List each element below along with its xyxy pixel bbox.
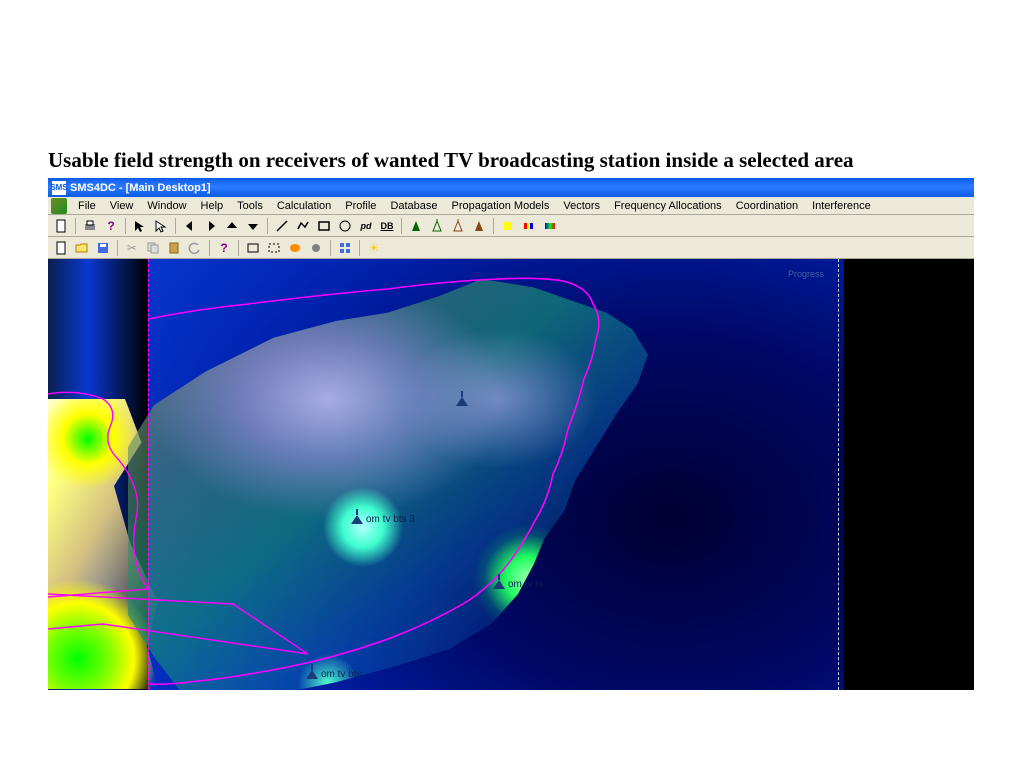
path-icon[interactable]: pd [356, 217, 376, 235]
palette3-icon[interactable] [540, 217, 560, 235]
antenna-icon [456, 397, 468, 406]
menu-calculation[interactable]: Calculation [270, 198, 338, 214]
pointer-black-icon[interactable] [130, 217, 150, 235]
sun-icon[interactable]: ☀ [364, 239, 384, 257]
oval-icon[interactable] [285, 239, 305, 257]
menu-coordination[interactable]: Coordination [729, 198, 805, 214]
antenna-icon [306, 670, 318, 679]
cut-icon[interactable]: ✂ [122, 239, 142, 257]
undo-icon[interactable] [185, 239, 205, 257]
menu-propagation-models[interactable]: Propagation Models [445, 198, 557, 214]
separator [359, 240, 360, 256]
menu-view[interactable]: View [103, 198, 141, 214]
menu-help[interactable]: Help [194, 198, 231, 214]
app-icon: SMS [52, 181, 66, 195]
station-marker[interactable]: om tv bts [306, 669, 362, 680]
back-icon[interactable] [180, 217, 200, 235]
station-label: om tv bts 3 [366, 514, 415, 525]
poly-icon[interactable] [293, 217, 313, 235]
toolbar-1: ? pd DB [48, 215, 974, 237]
menu-profile[interactable]: Profile [338, 198, 383, 214]
up-icon[interactable] [222, 217, 242, 235]
separator [125, 218, 126, 234]
clear-icon[interactable] [335, 217, 355, 235]
station-label: om tv rx [508, 579, 544, 590]
open-icon[interactable] [72, 239, 92, 257]
station3-icon[interactable] [448, 217, 468, 235]
line-icon[interactable] [272, 217, 292, 235]
window-title: SMS4DC - [Main Desktop1] [70, 182, 211, 194]
print-icon[interactable] [80, 217, 100, 235]
station-marker[interactable] [456, 397, 471, 406]
help-icon[interactable]: ? [101, 217, 121, 235]
menu-frequency-allocations[interactable]: Frequency Allocations [607, 198, 729, 214]
menu-window[interactable]: Window [140, 198, 193, 214]
menu-database[interactable]: Database [383, 198, 444, 214]
separator [175, 218, 176, 234]
titlebar: SMS SMS4DC - [Main Desktop1] [48, 178, 974, 197]
menu-vectors[interactable]: Vectors [556, 198, 607, 214]
forward-icon[interactable] [201, 217, 221, 235]
map-canvas[interactable]: Progress om tv bts 3 om tv rx om tv bts [48, 259, 974, 690]
station-marker[interactable]: om tv bts 3 [351, 514, 415, 525]
separator [267, 218, 268, 234]
toolbar-2: ✂ ? ☀ [48, 237, 974, 259]
separator [117, 240, 118, 256]
menubar: File View Window Help Tools Calculation … [48, 197, 974, 215]
palette2-icon[interactable] [519, 217, 539, 235]
separator [209, 240, 210, 256]
circle-icon[interactable] [306, 239, 326, 257]
separator [75, 218, 76, 234]
menu-file[interactable]: File [71, 198, 103, 214]
select-icon[interactable] [264, 239, 284, 257]
terrain-heatmap [128, 279, 648, 690]
rect2-icon[interactable] [243, 239, 263, 257]
menu-tools[interactable]: Tools [230, 198, 270, 214]
rect-icon[interactable] [314, 217, 334, 235]
menu-interference[interactable]: Interference [805, 198, 878, 214]
separator [238, 240, 239, 256]
antenna-icon [351, 515, 363, 524]
progress-label: Progress [788, 269, 824, 279]
station-marker[interactable]: om tv rx [493, 579, 544, 590]
pointer-white-icon[interactable] [151, 217, 171, 235]
window-menu-icon[interactable] [51, 198, 67, 214]
palette1-icon[interactable] [498, 217, 518, 235]
new-file-icon[interactable] [51, 239, 71, 257]
station1-icon[interactable] [406, 217, 426, 235]
help2-icon[interactable]: ? [214, 239, 234, 257]
db-icon[interactable]: DB [377, 217, 397, 235]
down-icon[interactable] [243, 217, 263, 235]
separator [401, 218, 402, 234]
paste-icon[interactable] [164, 239, 184, 257]
landmass [128, 279, 648, 690]
station-label: om tv bts [321, 669, 362, 680]
grid-icon[interactable] [335, 239, 355, 257]
save-icon[interactable] [93, 239, 113, 257]
antenna-icon [493, 580, 505, 589]
station2-icon[interactable] [427, 217, 447, 235]
new-icon[interactable] [51, 217, 71, 235]
station4-icon[interactable] [469, 217, 489, 235]
app-window: SMS SMS4DC - [Main Desktop1] File View W… [48, 178, 974, 690]
separator [330, 240, 331, 256]
separator [493, 218, 494, 234]
copy-icon[interactable] [143, 239, 163, 257]
page-title: Usable field strength on receivers of wa… [48, 148, 854, 173]
